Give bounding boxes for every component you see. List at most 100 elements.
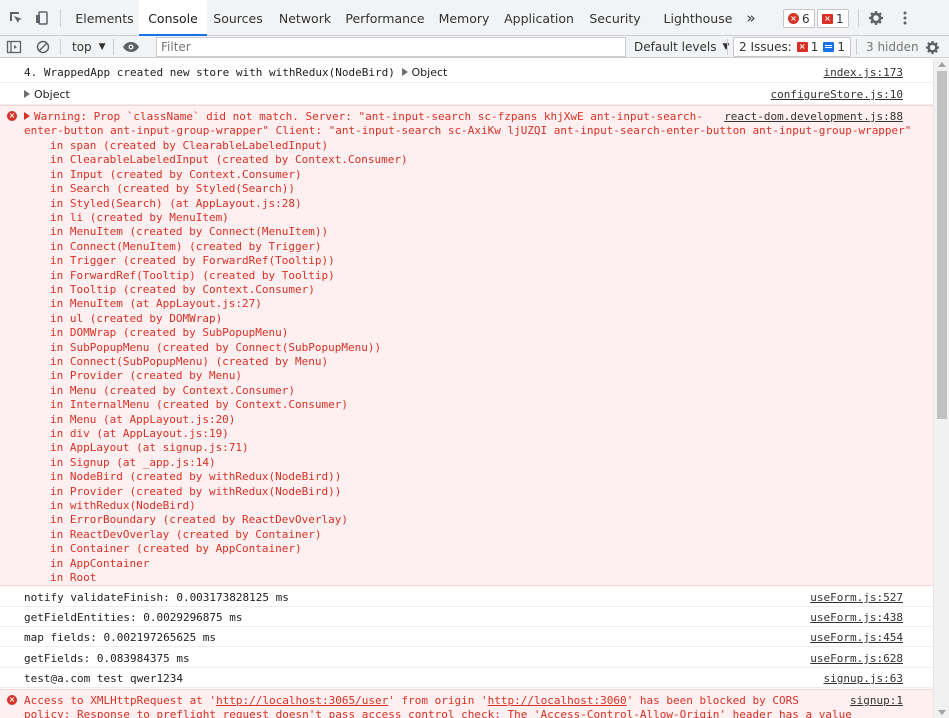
log-message: getFieldEntities: 0.0029296875 ms (24, 611, 243, 624)
stack-frame: in Styled(Search) (at AppLayout.js:28) (50, 196, 302, 210)
stack-frame: in Container (created by AppContainer) (50, 542, 302, 556)
stack-frame: in div (at AppLayout.js:19) (50, 427, 229, 440)
toolbar-separator (60, 9, 61, 27)
stack-frame: in MenuItem (at AppLayout.js:27) (50, 297, 262, 311)
tab-lighthouse[interactable]: Lighthouse (660, 0, 736, 36)
tab-sources[interactable]: Sources (207, 0, 269, 36)
object-expander[interactable]: Object (24, 88, 70, 101)
chevron-down-icon: ▼ (722, 42, 730, 52)
stack-frame: in Input (created by Context.Consumer) (50, 167, 302, 181)
error-count-badge[interactable]: × 6 (783, 9, 815, 28)
object-label: Object (34, 88, 70, 101)
scroll-down-arrow-icon[interactable] (938, 710, 946, 715)
object-expander[interactable]: Object (401, 66, 447, 79)
toolbar-separator (858, 9, 859, 27)
issues-label: 2 Issues: (739, 40, 792, 54)
tab-security[interactable]: Security (585, 0, 645, 36)
stack-frame: in Connect(SubPopupMenu) (created by Men… (50, 355, 329, 368)
more-tabs-button[interactable]: » (742, 0, 760, 36)
console-log-row: getFields: 0.083984375 ms useForm.js:628 (0, 648, 933, 668)
source-link[interactable]: useForm.js:438 (810, 611, 903, 624)
filter-separator (60, 39, 61, 55)
source-link[interactable]: useForm.js:628 (810, 652, 903, 665)
stack-frame: in NodeBird (created by withRedux(NodeBi… (50, 470, 342, 484)
console-filter-bar: top ▼ Default levels ▼ 2 Issues: × 1 1 3… (0, 36, 949, 58)
console-log-row: 4. WrappedApp created new store with wit… (0, 61, 933, 83)
log-message: notify validateFinish: 0.003173828125 ms (24, 591, 289, 604)
source-link[interactable]: signup.js:63 (824, 672, 903, 685)
context-selector[interactable]: top ▼ (72, 36, 106, 58)
tab-memory[interactable]: Memory (433, 0, 495, 36)
tab-network[interactable]: Network (271, 0, 339, 36)
issue-count: 1 (836, 11, 844, 26)
expand-triangle-icon (401, 68, 408, 76)
stack-frame: in Provider (created by withRedux(NodeBi… (50, 484, 342, 498)
gear-icon[interactable] (866, 8, 886, 28)
error-icon: × (788, 13, 799, 24)
stack-frame: in Signup (at _app.js:14) (50, 455, 216, 469)
console-log-row: notify validateFinish: 0.003173828125 ms… (0, 587, 933, 607)
inspect-element-icon[interactable] (6, 8, 26, 28)
cors-text: ' has been blocked by CORS (626, 694, 799, 707)
kebab-icon[interactable] (895, 8, 915, 28)
expand-triangle-icon (24, 90, 30, 98)
sidebar-toggle-icon[interactable] (6, 36, 22, 58)
context-value: top (72, 40, 92, 54)
source-link[interactable]: useForm.js:527 (810, 591, 903, 604)
stack-frame: in Trigger (created by ForwardRef(Toolti… (50, 254, 335, 268)
warning-line-1[interactable]: Warning: Prop `className` did not match.… (24, 110, 703, 123)
source-link[interactable]: index.js:173 (824, 66, 903, 79)
filter-separator (856, 39, 857, 55)
stack-frame: in MenuItem (created by Connect(MenuItem… (50, 225, 329, 239)
stack-frame: in Menu (at AppLayout.js:20) (50, 412, 236, 426)
tab-performance[interactable]: Performance (341, 0, 429, 36)
tab-application[interactable]: Application (500, 0, 578, 36)
console-log-row: test@a.com test qwer1234 signup.js:63 (0, 668, 933, 688)
issue-count-badge[interactable]: × 1 (817, 9, 849, 28)
device-toolbar-icon[interactable] (32, 8, 52, 28)
log-message: test@a.com test qwer1234 (24, 672, 183, 685)
source-link[interactable]: configureStore.js:10 (771, 88, 903, 101)
clear-console-icon[interactable] (36, 36, 50, 58)
tab-elements[interactable]: Elements (70, 0, 139, 36)
stack-frame: in Search (created by Styled(Search)) (50, 182, 296, 196)
stack-frame: in SubPopupMenu (created by Connect(SubP… (50, 340, 382, 354)
issues-info-count: 1 (837, 40, 846, 54)
stack-frame: in AppContainer (50, 556, 150, 570)
stack-frame: in li (created by MenuItem) (50, 211, 229, 224)
cors-text: ' from origin ' (388, 694, 488, 707)
cors-origin-link[interactable]: http://localhost:3060 (488, 694, 627, 707)
console-error-row: × Access to XMLHttpRequest at 'http://lo… (0, 689, 933, 718)
log-levels-dropdown[interactable]: Default levels ▼ (634, 36, 729, 58)
scroll-up-arrow-icon[interactable] (938, 62, 946, 67)
cors-url-link[interactable]: http://localhost:3065/user (216, 694, 388, 707)
console-log-row: map fields: 0.002197265625 ms useForm.js:… (0, 627, 933, 647)
console-scrollbar[interactable] (933, 59, 949, 718)
scroll-thumb[interactable] (937, 71, 947, 419)
stack-frame: in ForwardRef(Tooltip) (created by Toolt… (50, 268, 335, 282)
console-messages: 4. WrappedApp created new store with wit… (0, 59, 933, 718)
source-link[interactable]: react-dom.development.js:88 (724, 110, 903, 123)
stack-frame: in span (created by ClearableLabeledInpu… (50, 139, 329, 152)
error-icon: × (7, 111, 17, 121)
issues-button[interactable]: 2 Issues: × 1 1 (733, 37, 852, 57)
error-icon: × (7, 695, 17, 705)
log-message: 4. WrappedApp created new store with wit… (24, 66, 447, 79)
filter-separator (727, 39, 728, 55)
console-error-row: × Warning: Prop `className` did not matc… (0, 105, 933, 586)
source-link[interactable]: useForm.js:454 (810, 631, 903, 644)
filter-separator (113, 39, 114, 55)
stack-frame: in AppLayout (at signup.js:71) (50, 441, 249, 455)
log-text: 4. WrappedApp created new store with wit… (24, 66, 395, 79)
eye-icon[interactable] (122, 36, 140, 58)
console-log-row: getFieldEntities: 0.0029296875 ms useForm… (0, 607, 933, 627)
chevron-down-icon: ▼ (98, 42, 106, 52)
source-link[interactable]: signup:1 (850, 694, 903, 707)
tab-console[interactable]: Console (139, 0, 207, 36)
filter-input[interactable] (156, 37, 626, 57)
stack-frame: in ErrorBoundary (created by ReactDevOve… (50, 513, 349, 527)
stack-frame: in Menu (created by Context.Consumer) (50, 383, 296, 397)
console-settings-gear-icon[interactable] (925, 36, 940, 58)
stack-frame: in ReactDevOverlay (created by Container… (50, 527, 322, 541)
stack-frame: in Root (50, 571, 97, 584)
